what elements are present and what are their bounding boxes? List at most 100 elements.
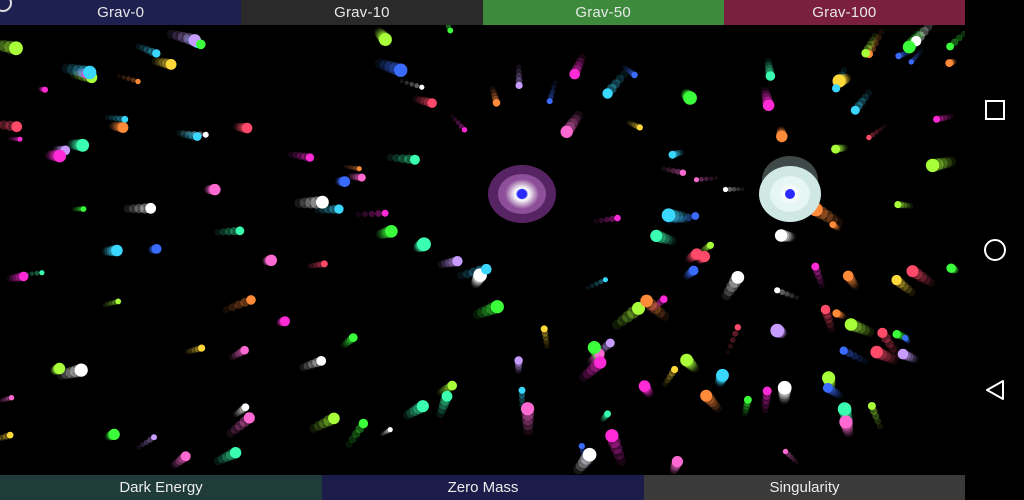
purple-attractor[interactable] [488, 165, 556, 223]
particle [241, 403, 250, 412]
particle-trail-dot [598, 217, 605, 224]
particle-trail-dot [727, 343, 734, 349]
particle [53, 149, 67, 163]
particle [165, 59, 177, 70]
particle [42, 86, 48, 93]
tab-grav-100[interactable]: Grav-100 [723, 0, 965, 25]
particle [53, 362, 66, 375]
zero-mass-button[interactable]: Zero Mass [322, 475, 644, 500]
gravity-tab-bar: Grav-0 Grav-10 Grav-50 Grav-100 [0, 0, 965, 25]
particle-canvas[interactable] [0, 0, 965, 500]
particle [660, 295, 668, 304]
particle [839, 415, 853, 429]
particle [894, 201, 902, 209]
particle [196, 39, 206, 50]
particle-trail-dot [585, 285, 590, 290]
particle [866, 134, 872, 141]
white-attractor[interactable] [759, 156, 821, 222]
particle [604, 410, 611, 418]
particle [135, 78, 141, 85]
particle-trail-dot [552, 80, 558, 86]
particle [334, 204, 344, 214]
particle [734, 324, 741, 331]
particle [691, 248, 703, 260]
particle [546, 98, 553, 105]
tab-grav-0[interactable]: Grav-0 [0, 0, 242, 25]
home-button[interactable] [975, 230, 1015, 270]
particle [6, 431, 14, 439]
particle [822, 371, 836, 385]
particle [348, 333, 358, 342]
particle-trail-dot [732, 330, 739, 337]
particle [587, 341, 601, 354]
particle [427, 98, 437, 108]
particle [9, 41, 23, 56]
particle-trail-dot [404, 80, 409, 85]
singularity-button[interactable]: Singularity [644, 475, 965, 500]
particle [198, 344, 206, 352]
particle [895, 52, 902, 60]
particle [481, 263, 492, 275]
particle [356, 166, 362, 172]
particle [11, 121, 23, 133]
particle [385, 225, 398, 238]
particle-trail-dot [590, 283, 595, 288]
particle [605, 429, 619, 443]
particle [492, 99, 501, 107]
particle-trail-dot [725, 350, 731, 355]
particle [765, 71, 776, 81]
particle-trail-dot [362, 211, 368, 218]
particle [945, 59, 954, 67]
particle [650, 229, 663, 242]
particle [731, 271, 745, 284]
particle-trail-dot [117, 73, 122, 79]
tab-grav-10[interactable]: Grav-10 [241, 0, 483, 25]
particle [305, 153, 315, 162]
particle [683, 91, 697, 105]
particle [461, 127, 468, 133]
particle-trail-dot [375, 210, 382, 217]
particle [328, 412, 340, 425]
recent-apps-button[interactable] [975, 90, 1015, 130]
mode-button-bar: Dark Energy Zero Mass Singularity [0, 475, 965, 500]
dark-energy-button[interactable]: Dark Energy [0, 475, 322, 500]
particle [320, 260, 328, 268]
particle-trail-dot [452, 117, 458, 122]
particle [339, 176, 351, 188]
particle-trail-dot [368, 210, 375, 217]
particle [17, 136, 23, 142]
particle [832, 309, 841, 318]
particle-trail-dot [449, 113, 454, 118]
particle [762, 99, 775, 112]
particle [891, 274, 902, 286]
particle-trail-dot [665, 167, 672, 173]
tab-grav-50[interactable]: Grav-50 [482, 0, 724, 25]
particle [811, 262, 820, 271]
particle [877, 327, 888, 338]
particle [358, 418, 369, 429]
particle-trail-dot [603, 216, 610, 223]
particle [946, 263, 956, 273]
particle-trail-dot [794, 295, 799, 300]
particle [902, 334, 909, 341]
particle [316, 356, 327, 366]
particle [837, 402, 852, 416]
particle [409, 154, 420, 165]
particle-trail-dot [878, 127, 883, 132]
particle-trail-dot [130, 77, 136, 83]
particle [235, 226, 245, 236]
particle [152, 49, 161, 58]
particle [777, 380, 792, 395]
particle [80, 206, 87, 212]
particle [688, 265, 699, 276]
particle [671, 456, 684, 468]
particle [280, 316, 290, 327]
triangle-back-icon [985, 380, 1004, 400]
back-button[interactable] [975, 370, 1015, 410]
particle [831, 144, 841, 154]
particle [706, 241, 715, 249]
particle-trail-dot [34, 270, 40, 276]
particle [925, 158, 940, 173]
particle-trail-dot [126, 76, 131, 82]
particle-trail-dot [704, 176, 709, 182]
